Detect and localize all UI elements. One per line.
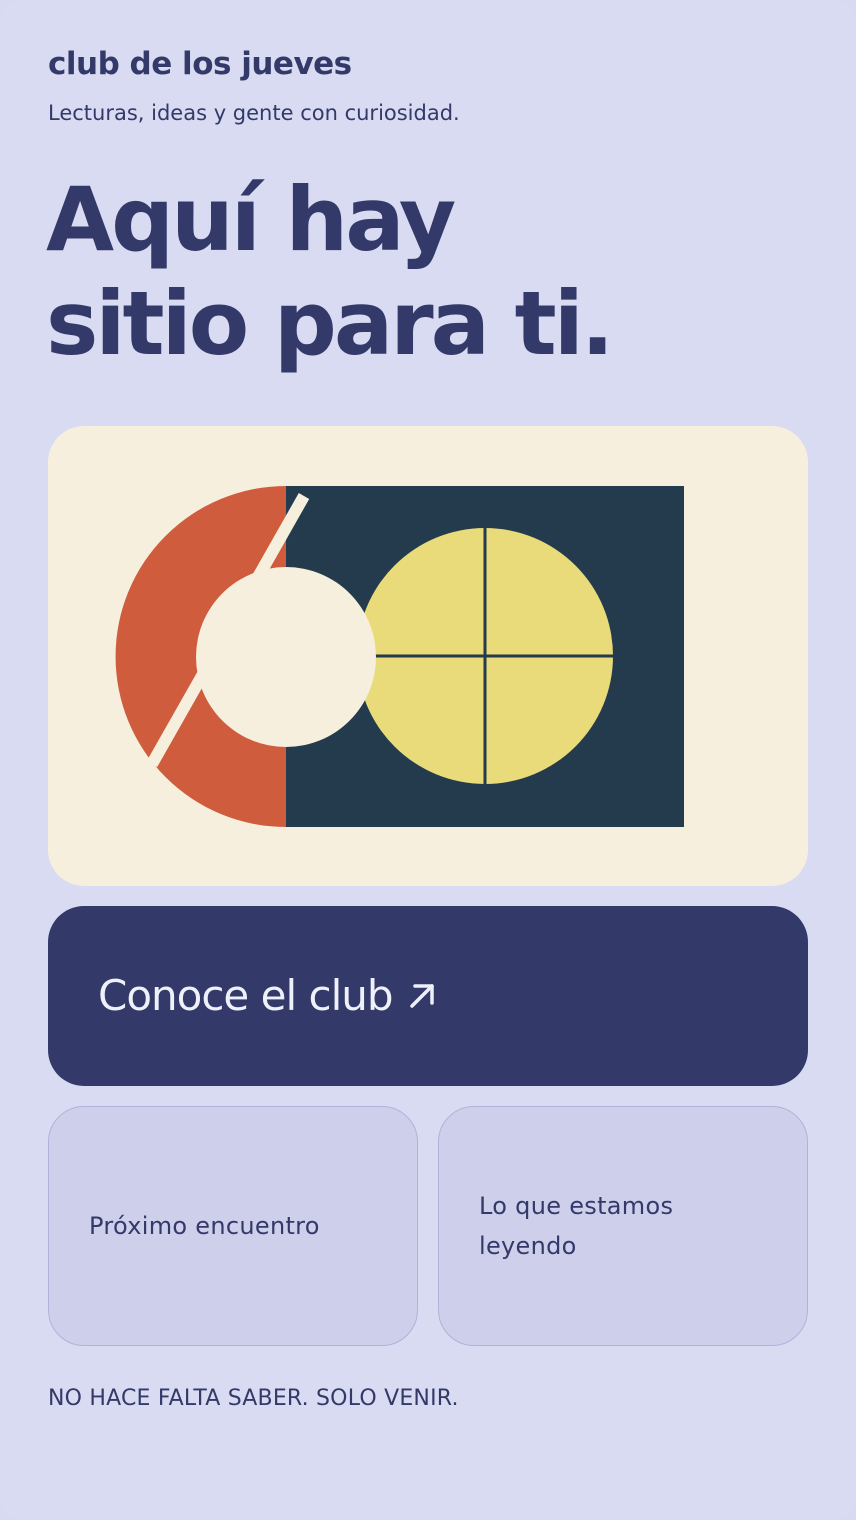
hero-headline-line-2: sitio para ti. [46, 272, 614, 375]
tagline: Lecturas, ideas y gente con curiosidad. [48, 101, 460, 125]
geometric-illustration [115, 486, 684, 827]
landing-page: club de los jueves Lecturas, ideas y gen… [0, 0, 856, 1520]
brand-name[interactable]: club de los jueves [48, 44, 352, 84]
tile-proximo-encuentro[interactable]: Próximo encuentro [48, 1106, 418, 1346]
conoce-el-club-button[interactable]: Conoce el club [48, 906, 808, 1086]
tile-label: Lo que estamos leyendo [479, 1192, 674, 1260]
footer-note: NO HACE FALTA SABER. SOLO VENIR. [48, 1386, 459, 1411]
hero-headline: Aquí hay sitio para ti. [46, 168, 786, 376]
hero-headline-line-1: Aquí hay [46, 168, 456, 271]
cta-label: Conoce el club [98, 971, 394, 1020]
tile-lo-que-estamos-leyendo[interactable]: Lo que estamos leyendo [438, 1106, 808, 1346]
arrow-up-right-icon [409, 984, 434, 1008]
cream-circle [196, 567, 376, 747]
tile-label: Próximo encuentro [89, 1212, 320, 1240]
illustration-card [48, 426, 808, 886]
